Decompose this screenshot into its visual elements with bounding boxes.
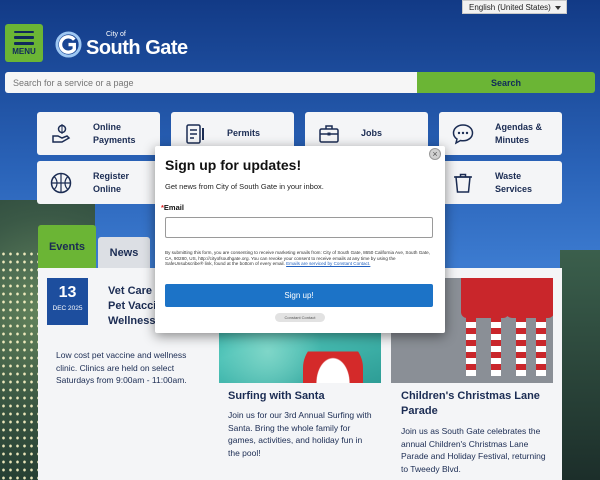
trash-can-icon — [454, 173, 472, 193]
quick-link-label: Waste Services — [495, 170, 533, 194]
quick-link-online-payments[interactable]: Online Payments — [37, 112, 160, 155]
chevron-down-icon — [555, 6, 561, 10]
basketball-icon — [50, 172, 72, 193]
constant-contact-link[interactable]: Emails are serviced by Constant Contact. — [286, 261, 370, 266]
consent-text: By submitting this form, you are consent… — [165, 250, 433, 267]
quick-link-label: Online Payments — [93, 121, 136, 145]
chat-bubble-icon — [452, 123, 474, 144]
card-title-surfing-santa[interactable]: Surfing with Santa — [228, 389, 378, 404]
menu-button[interactable]: MENU — [5, 24, 43, 62]
search-input[interactable] — [5, 72, 417, 93]
quick-link-agendas-minutes[interactable]: Agendas & Minutes — [439, 112, 562, 155]
modal-title: Sign up for updates! — [165, 157, 302, 173]
santa-hat-graphic — [303, 338, 363, 383]
striped-stocking-graphic — [466, 316, 476, 376]
email-field[interactable] — [165, 217, 433, 238]
striped-stocking-graphic — [536, 316, 546, 376]
email-label: *Email — [161, 203, 184, 212]
email-label-text: Email — [163, 203, 184, 212]
site-search: Search — [5, 72, 595, 93]
quick-link-register-online[interactable]: Register Online — [37, 161, 160, 204]
card-description: Join us for our 3rd Annual Surfing with … — [228, 410, 372, 458]
language-selector[interactable]: English (United States) — [462, 0, 567, 14]
hamburger-icon — [14, 30, 34, 45]
briefcase-icon — [319, 124, 339, 143]
striped-stocking-graphic — [491, 316, 501, 376]
costume-dress-graphic — [461, 278, 509, 318]
background-foliage — [560, 250, 600, 480]
quick-link-label: Register Online — [93, 170, 130, 194]
constant-contact-badge[interactable]: Constant Contact — [275, 313, 325, 322]
modal-subtitle: Get news from City of South Gate in your… — [165, 182, 324, 191]
event-description: Low cost pet vaccine and wellness clinic… — [56, 350, 187, 385]
event-date-badge: 13 DEC 2025 — [47, 278, 88, 325]
costume-dress-graphic — [506, 278, 553, 318]
close-icon[interactable]: × — [429, 148, 441, 160]
striped-stocking-graphic — [516, 316, 526, 376]
event-month-year: DEC 2025 — [52, 305, 83, 312]
site-logo[interactable]: City of South Gate — [55, 28, 188, 60]
event-day: 13 — [58, 284, 77, 301]
signup-button[interactable]: Sign up! — [165, 284, 433, 307]
language-selector-label: English (United States) — [469, 2, 551, 12]
card-title-christmas-parade[interactable]: Children's Christmas Lane Parade — [401, 389, 546, 419]
tab-news[interactable]: News — [98, 237, 150, 268]
payment-hand-icon — [52, 123, 71, 143]
permit-clipboard-icon — [186, 123, 204, 144]
city-logo-icon — [55, 30, 82, 58]
quick-link-label: Jobs — [361, 128, 383, 138]
quick-link-waste-services[interactable]: Waste Services — [439, 161, 562, 204]
signup-modal: × Sign up for updates! Get news from Cit… — [155, 146, 445, 333]
search-button[interactable]: Search — [417, 72, 595, 93]
tab-events[interactable]: Events — [38, 225, 96, 268]
logo-city-name: South Gate — [86, 36, 188, 59]
menu-button-label: MENU — [12, 46, 36, 56]
card-description: Join us as South Gate celebrates the ann… — [401, 426, 546, 474]
quick-link-label: Permits — [227, 128, 261, 138]
quick-link-label: Agendas & Minutes — [495, 121, 543, 145]
